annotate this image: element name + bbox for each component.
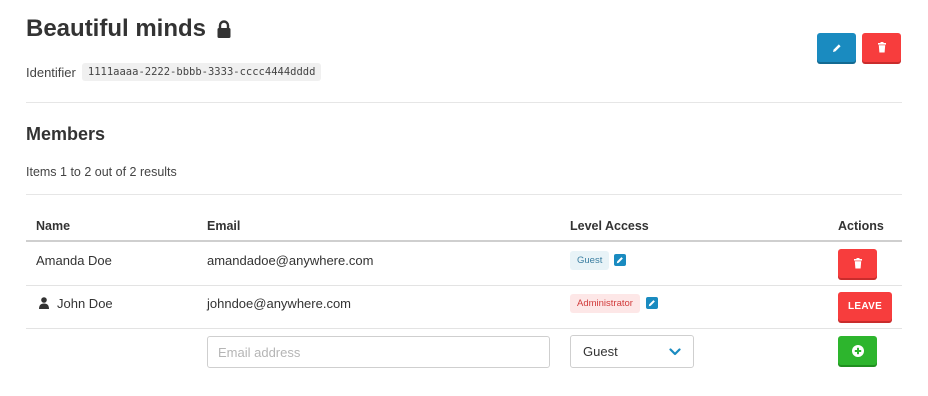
member-name: John Doe <box>57 296 113 311</box>
remove-member-button[interactable] <box>838 249 877 278</box>
trash-icon <box>853 258 863 269</box>
column-header-name: Name <box>36 219 71 233</box>
plus-circle-icon <box>851 344 864 357</box>
identifier-label: Identifier <box>26 64 76 80</box>
add-member-button[interactable] <box>838 336 877 365</box>
pencil-icon <box>648 294 656 312</box>
level-badge: Guest <box>570 251 610 270</box>
pencil-icon <box>832 43 842 53</box>
user-icon <box>39 296 49 314</box>
level-badge: Administrator <box>570 294 640 313</box>
divider <box>26 194 902 195</box>
column-header-actions: Actions <box>838 219 884 233</box>
leave-group-button[interactable]: LEAVE <box>838 292 892 321</box>
pencil-icon <box>616 251 624 269</box>
email-field[interactable] <box>207 336 550 368</box>
edit-level-button[interactable] <box>614 254 626 266</box>
divider <box>26 102 902 103</box>
level-select-value: Guest <box>583 344 618 359</box>
table-row-divider <box>26 328 902 329</box>
identifier-row: Identifier 1111aaaa-2222-bbbb-3333-cccc4… <box>26 63 322 81</box>
column-header-level: Level Access <box>570 219 649 233</box>
identifier-value: 1111aaaa-2222-bbbb-3333-cccc4444dddd <box>81 63 322 81</box>
level-access-select[interactable]: Guest <box>570 335 694 368</box>
column-header-email: Email <box>207 219 241 233</box>
items-count: Items 1 to 2 out of 2 results <box>26 165 177 179</box>
delete-group-button[interactable] <box>862 33 901 62</box>
chevron-down-icon <box>669 344 681 359</box>
trash-icon <box>877 42 887 53</box>
member-name: Amanda Doe <box>36 253 112 268</box>
edit-level-button[interactable] <box>646 297 658 309</box>
members-title: Members <box>26 124 106 144</box>
group-title: Beautiful minds <box>26 15 207 42</box>
member-email: johndoe@anywhere.com <box>207 296 352 311</box>
page-title: Beautiful minds <box>26 15 232 43</box>
member-email: amandadoe@anywhere.com <box>207 253 374 268</box>
lock-icon <box>216 20 232 38</box>
edit-group-button[interactable] <box>817 33 856 62</box>
table-row-divider <box>26 285 902 286</box>
table-header-line <box>26 240 902 242</box>
